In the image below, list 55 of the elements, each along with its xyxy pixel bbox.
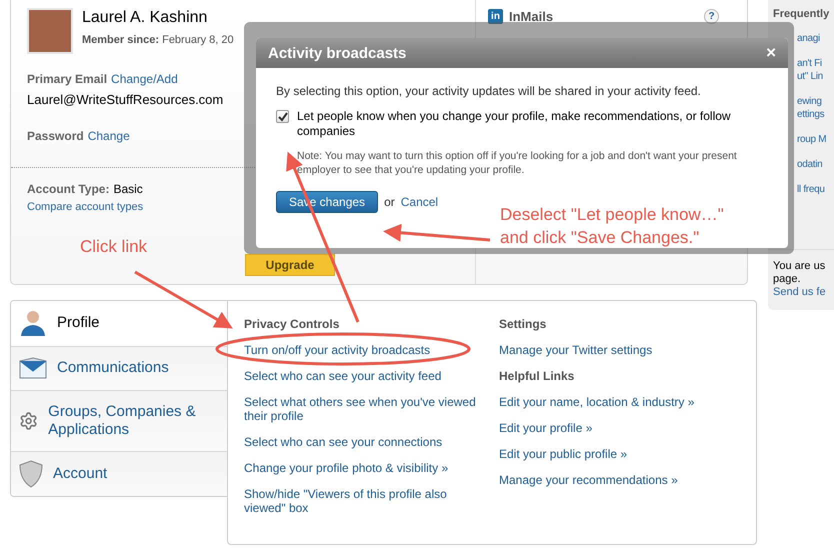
settings-link[interactable]: Select who can see your connections bbox=[244, 435, 479, 449]
logo-icon: in bbox=[488, 9, 503, 24]
note-text: Note: You may want to turn this option off if you're looking for a job and don't want your present employer to see that you're updating your profile. bbox=[297, 149, 738, 177]
section-heading: Settings bbox=[499, 317, 548, 331]
close-button[interactable]: × bbox=[766, 43, 776, 63]
help-link[interactable]: an't Fi ut" Lin bbox=[797, 57, 834, 83]
help-link[interactable]: ll frequ bbox=[797, 183, 834, 196]
shield-icon bbox=[19, 460, 43, 488]
field-label: Password bbox=[27, 129, 84, 143]
nav-item[interactable]: Communications bbox=[11, 346, 227, 390]
annotation-text: Click link bbox=[80, 236, 148, 258]
field-label: Account Type: bbox=[27, 182, 110, 196]
section-heading: Privacy Controls bbox=[244, 317, 340, 331]
change-link[interactable]: Change/Add bbox=[111, 72, 178, 86]
section-heading: Helpful Links bbox=[499, 369, 576, 383]
dialog-title: Activity broadcasts bbox=[268, 44, 406, 62]
help-link[interactable]: roup M bbox=[797, 133, 834, 146]
member-name: Laurel A. Kashinn bbox=[82, 9, 208, 27]
panel-title: Frequently bbox=[773, 8, 830, 20]
nav-item[interactable]: Groups, Companies & Applications bbox=[11, 390, 227, 452]
helpful-link[interactable]: Edit your name, location & industry » bbox=[499, 395, 739, 409]
photo-placeholder bbox=[27, 8, 73, 54]
upgrade-button[interactable]: Upgrade bbox=[245, 254, 335, 276]
section-title: InMails bbox=[509, 9, 554, 24]
settings-link[interactable]: Select who can see your activity feed bbox=[244, 369, 479, 383]
settings-link[interactable]: Turn on/off your activity broadcasts bbox=[244, 343, 479, 357]
compare-link[interactable]: Compare account types bbox=[27, 201, 144, 213]
help-icon[interactable]: ? bbox=[704, 9, 719, 24]
account-type: Basic bbox=[113, 182, 143, 196]
help-link[interactable]: odatin bbox=[797, 158, 834, 171]
checkbox-label: Let people know when you change your profile, make recommendations, or follow companies bbox=[297, 109, 732, 139]
nav-item[interactable]: Account bbox=[11, 451, 227, 496]
help-link[interactable]: ewing ettings bbox=[797, 95, 834, 121]
change-link[interactable]: Change bbox=[88, 129, 130, 143]
help-link[interactable]: anagi bbox=[797, 32, 834, 45]
helpful-link[interactable]: Manage your recommendations » bbox=[499, 473, 739, 487]
member-since: Member since: February 8, 20 bbox=[82, 34, 234, 46]
helpful-link[interactable]: Edit your profile » bbox=[499, 421, 739, 435]
checkbox[interactable] bbox=[276, 110, 289, 123]
settings-link[interactable]: Select what others see when you've viewed their profile bbox=[244, 395, 479, 423]
check-icon bbox=[278, 112, 288, 122]
feedback-link[interactable]: Send us fe bbox=[773, 286, 834, 298]
helpful-link[interactable]: Edit your public profile » bbox=[499, 447, 739, 461]
settings-link[interactable]: Show/hide "Viewers of this profile also viewed" box bbox=[244, 487, 479, 515]
notice-text: You are us page. bbox=[773, 260, 826, 286]
envelope-icon bbox=[19, 357, 47, 380]
email-address: Laurel@WriteStuffResources.com bbox=[27, 92, 224, 107]
settings-link[interactable]: Change your profile photo & visibility » bbox=[244, 461, 479, 475]
cancel-link[interactable]: Cancel bbox=[400, 195, 438, 209]
person-icon bbox=[19, 309, 47, 338]
settings-link[interactable]: Manage your Twitter settings bbox=[499, 343, 739, 357]
or-text: or bbox=[384, 195, 395, 209]
annotation-text: Deselect "Let people know…" and click "Save Changes." bbox=[500, 204, 724, 249]
field-label: Primary Email bbox=[27, 72, 108, 86]
dialog-text: By selecting this option, your activity updates will be shared in your activity feed. bbox=[276, 84, 702, 98]
